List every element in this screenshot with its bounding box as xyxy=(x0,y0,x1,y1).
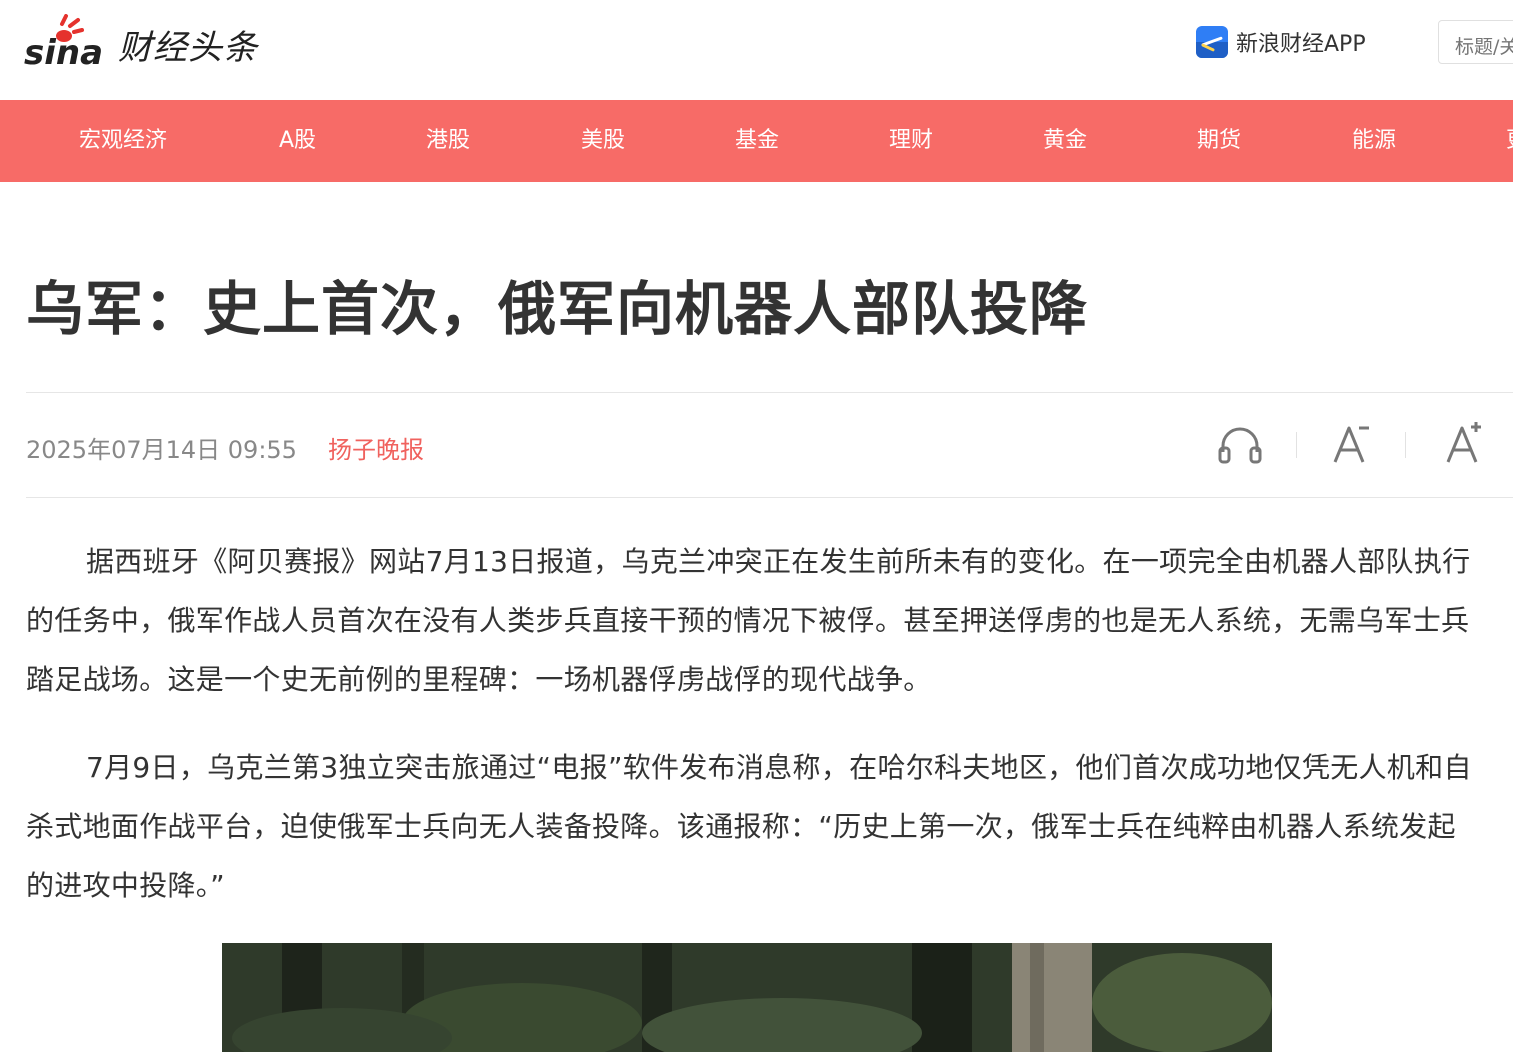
meta-divider xyxy=(26,497,1513,498)
font-increase-icon xyxy=(1446,422,1481,463)
article-source[interactable]: 扬子晚报 xyxy=(328,430,424,465)
logo-text: 财经头条 xyxy=(118,27,258,68)
article-paragraph: 7月9日，乌克兰第3独立突击旅通过“电报”软件发布消息称，在哈尔科夫地区，他们首… xyxy=(26,751,1472,902)
listen-button[interactable] xyxy=(1215,420,1265,470)
nav-item-more[interactable]: 更多 xyxy=(1506,100,1513,182)
nav-item-gold[interactable]: 黄金 xyxy=(1043,100,1087,182)
sina-logo[interactable]: sina 财经头条 xyxy=(24,12,258,76)
headphones-icon xyxy=(1218,427,1262,464)
svg-text:sina: sina xyxy=(24,33,103,73)
nav-item-energy[interactable]: 能源 xyxy=(1352,100,1396,182)
article-page: sina 财经头条 新浪财经APP 宏观经济 A股 港股 美股 基金 理财 黄金… xyxy=(0,0,1513,1052)
font-decrease-icon xyxy=(1333,426,1369,463)
article-paragraph: 据西班牙《阿贝赛报》网站7月13日报道，乌克兰冲突正在发生前所未有的变化。在一项… xyxy=(26,545,1471,696)
sina-eye-logo-icon: sina xyxy=(24,14,103,73)
toolbar-separator xyxy=(1296,432,1297,458)
nav-item-a-shares[interactable]: A股 xyxy=(279,100,316,182)
article-photo xyxy=(222,943,1272,1052)
font-decrease-button[interactable] xyxy=(1327,420,1377,470)
nav-item-macro[interactable]: 宏观经济 xyxy=(79,100,167,182)
title-divider xyxy=(26,392,1513,393)
article-title: 乌军：史上首次，俄军向机器人部队投降 xyxy=(26,275,1089,343)
sina-finance-app-icon xyxy=(1196,26,1228,58)
publish-date: 2025年07月14日 09:55 xyxy=(26,436,297,464)
app-download-link[interactable]: 新浪财经APP xyxy=(1196,26,1366,58)
font-increase-button[interactable] xyxy=(1440,420,1490,470)
nav-item-wealth[interactable]: 理财 xyxy=(889,100,933,182)
nav-item-hk-stocks[interactable]: 港股 xyxy=(426,100,470,182)
site-header: sina 财经头条 新浪财经APP xyxy=(0,0,1513,100)
toolbar-separator xyxy=(1405,432,1406,458)
app-link-label: 新浪财经APP xyxy=(1236,32,1366,57)
category-nav: 宏观经济 A股 港股 美股 基金 理财 黄金 期货 能源 更多 xyxy=(0,100,1513,182)
nav-item-futures[interactable]: 期货 xyxy=(1197,100,1241,182)
forest-photo-image xyxy=(222,943,1272,1052)
search-input[interactable] xyxy=(1438,20,1513,64)
nav-item-us-stocks[interactable]: 美股 xyxy=(581,100,625,182)
nav-item-funds[interactable]: 基金 xyxy=(735,100,779,182)
